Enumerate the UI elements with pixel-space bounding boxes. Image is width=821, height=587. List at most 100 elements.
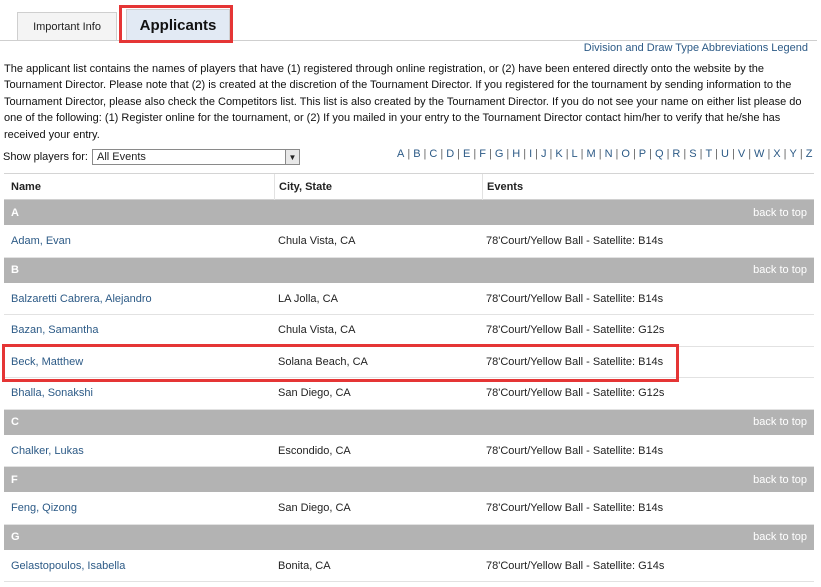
player-events: 78'Court/Yellow Ball - Satellite: B14s [486,444,664,457]
player-city: San Diego, CA [278,502,351,515]
alphabet-separator: | [580,148,584,160]
alphabet-link-s[interactable]: S [689,148,696,160]
group-letter: F [11,473,18,486]
event-filter: Show players for: All Events ▼ [3,149,300,165]
group-letter: C [11,416,19,428]
alphabet-link-a[interactable]: A [397,148,404,160]
player-name-link[interactable]: Chalker, Lukas [11,445,84,457]
player-city: Chula Vista, CA [278,235,356,248]
alphabet-link-l[interactable]: L [572,148,578,160]
alphabet-link-b[interactable]: B [413,148,420,160]
player-name-link[interactable]: Bazan, Samantha [11,324,98,336]
alphabet-nav: A | B | C | D | E | F | G | H | I | J | K | L | M | N | O | P | Q | R | S | T |… [397,148,812,160]
alphabet-link-r[interactable]: R [672,148,680,160]
player-city: Chula Vista, CA [278,324,356,337]
back-to-top-link[interactable]: back to top [753,264,807,276]
alphabet-separator: | [767,148,771,160]
player-name-link[interactable]: Adam, Evan [11,235,71,247]
alphabet-link-i[interactable]: I [529,148,532,160]
alphabet-separator: | [423,148,427,160]
header-events: Events [482,173,523,200]
alphabet-link-x[interactable]: X [773,148,780,160]
back-to-top-link[interactable]: back to top [753,207,807,219]
alphabet-link-k[interactable]: K [555,148,562,160]
player-events: 78'Court/Yellow Ball - Satellite: B14s [486,502,664,515]
alphabet-separator: | [649,148,652,160]
alphabet-separator: | [488,148,492,160]
player-name-link[interactable]: Balzaretti Cabrera, Alejandro [11,293,152,305]
header-city: City, State [274,173,332,200]
event-select[interactable]: All Events ▼ [91,149,300,165]
alphabet-link-w[interactable]: W [754,148,764,160]
table-row: Gelastopoulos, Isabella Bonita, CA 78'Cour… [4,551,814,582]
alphabet-separator: | [549,148,553,160]
back-to-top-link[interactable]: back to top [753,416,807,428]
player-events: 78'Court/Yellow Ball - Satellite: G12s [486,387,665,400]
alphabet-link-o[interactable]: O [621,148,630,160]
alphabet-link-c[interactable]: C [429,148,437,160]
alphabet-link-m[interactable]: M [587,148,596,160]
table-row: Balzaretti Cabrera, Alejandro LA Jolla, C… [4,284,814,315]
group-letter: A [11,206,19,219]
back-to-top-link[interactable]: back to top [753,474,807,486]
group-letter: B [11,264,19,276]
alphabet-link-q[interactable]: Q [655,148,664,160]
player-city: Escondido, CA [278,444,351,457]
alphabet-link-h[interactable]: H [512,148,520,160]
alphabet-link-d[interactable]: D [446,148,454,160]
table-row: Feng, Qizong San Diego, CA 78'Court/Yellow… [4,493,814,525]
player-events: 78'Court/Yellow Ball - Satellite: B14s [486,235,664,248]
table-header: Name City, State Events [4,173,814,200]
alphabet-link-v[interactable]: V [738,148,745,160]
player-name-link[interactable]: Bhalla, Sonakshi [11,387,93,399]
alphabet-separator: | [632,148,636,160]
alphabet-separator: | [535,148,538,160]
alphabet-separator: | [715,148,719,160]
alphabet-link-y[interactable]: Y [790,148,797,160]
alphabet-link-p[interactable]: P [639,148,646,160]
back-to-top-link[interactable]: back to top [753,531,807,543]
tab-highlight-box [119,5,233,43]
player-city: LA Jolla, CA [278,292,338,305]
chevron-down-icon[interactable]: ▼ [284,150,299,164]
table-row: Bhalla, Sonakshi San Diego, CA 78'Court/Ye… [4,378,814,410]
alphabet-link-t[interactable]: T [705,148,712,160]
filter-label: Show players for: [3,151,88,163]
group-header-g: Gback to top [4,524,814,551]
alphabet-link-e[interactable]: E [463,148,470,160]
player-events: 78'Court/Yellow Ball - Satellite: B14s [486,292,664,305]
alphabet-separator: | [615,148,619,160]
group-letter: G [11,531,20,543]
group-header-f: Fback to top [4,467,814,493]
alphabet-link-f[interactable]: F [479,148,486,160]
alphabet-separator: | [473,148,477,160]
row-highlight-box [2,344,679,382]
alphabet-separator: | [523,148,527,160]
legend-link[interactable]: Division and Draw Type Abbreviations Leg… [584,42,808,54]
alphabet-separator: | [598,148,602,160]
tab-important-info[interactable]: Important Info [17,12,117,40]
alphabet-separator: | [731,148,735,160]
alphabet-separator: | [699,148,703,160]
header-name: Name [11,180,41,193]
alphabet-separator: | [683,148,687,160]
player-name-link[interactable]: Feng, Qizong [11,502,77,514]
player-events: 78'Court/Yellow Ball - Satellite: G12s [486,324,665,337]
alphabet-separator: | [506,148,510,160]
group-header-c: Cback to top [4,409,814,436]
group-header-b: Bback to top [4,257,814,284]
player-city: Bonita, CA [278,559,331,572]
alphabet-separator: | [407,148,411,160]
alphabet-link-u[interactable]: U [721,148,729,160]
player-name-link[interactable]: Gelastopoulos, Isabella [11,560,125,572]
alphabet-link-j[interactable]: J [541,148,547,160]
alphabet-link-g[interactable]: G [495,148,504,160]
group-header-a: Aback to top [4,200,814,226]
table-row: Adam, Evan Chula Vista, CA 78'Court/Yellow… [4,226,814,258]
alphabet-separator: | [457,148,461,160]
alphabet-link-z[interactable]: Z [806,148,813,160]
alphabet-link-n[interactable]: N [605,148,613,160]
player-city: San Diego, CA [278,387,351,400]
alphabet-separator: | [799,148,803,160]
alphabet-separator: | [748,148,752,160]
